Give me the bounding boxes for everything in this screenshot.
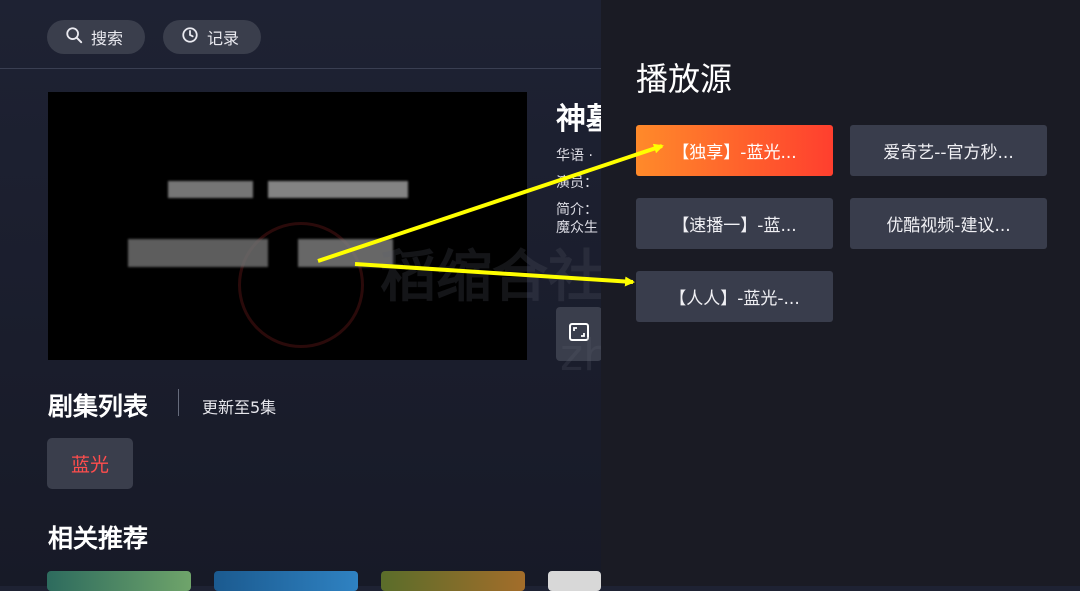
source-option-fast1[interactable]: 【速播一】-蓝...	[636, 198, 833, 249]
related-thumbnail[interactable]	[47, 571, 191, 591]
search-label: 搜索	[91, 29, 124, 48]
search-button[interactable]: 搜索	[47, 20, 145, 54]
source-option-exclusive[interactable]: 【独享】-蓝光...	[636, 125, 833, 176]
redacted-block	[298, 239, 393, 267]
related-thumbnail[interactable]	[381, 571, 525, 591]
redacted-block	[268, 181, 408, 198]
related-heading: 相关推荐	[48, 524, 149, 553]
source-panel: 播放源 【独享】-蓝光... 爱奇艺--官方秒... 【速播一】-蓝... 优酷…	[601, 0, 1080, 586]
related-thumbnail[interactable]	[214, 571, 358, 591]
source-option-renren[interactable]: 【人人】-蓝光-...	[636, 271, 833, 322]
show-cast: 演员：	[556, 175, 598, 191]
source-option-youku[interactable]: 优酷视频-建议...	[850, 198, 1047, 249]
show-language: 华语 ·	[556, 148, 593, 164]
show-intro-label: 简介：	[556, 202, 598, 218]
episode-list-heading: 剧集列表	[48, 392, 149, 421]
redacted-block	[128, 239, 268, 267]
related-thumbnail[interactable]	[548, 571, 601, 591]
history-button[interactable]: 记录	[163, 20, 261, 54]
redacted-block	[168, 181, 253, 198]
video-player[interactable]	[48, 92, 527, 360]
source-option-iqiyi[interactable]: 爱奇艺--官方秒...	[850, 125, 1047, 176]
search-icon	[65, 26, 83, 48]
source-panel-title: 播放源	[636, 60, 733, 98]
quality-chip-bluray[interactable]: 蓝光	[47, 438, 133, 489]
episode-update-status: 更新至5集	[202, 398, 277, 417]
divider	[178, 389, 179, 416]
history-label: 记录	[207, 29, 240, 48]
clock-icon	[181, 26, 199, 48]
top-bar: 搜索 记录	[0, 0, 601, 69]
